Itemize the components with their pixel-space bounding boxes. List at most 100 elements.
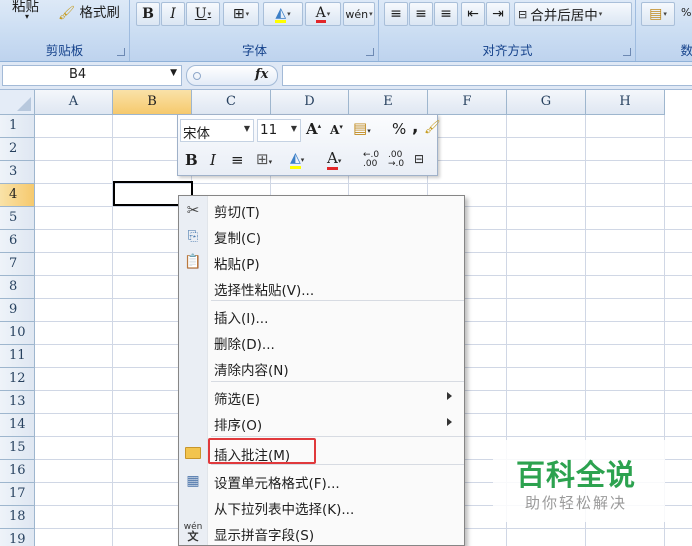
- font-name-box[interactable]: 宋体 ▼: [180, 119, 254, 142]
- alignment-dialog-launcher[interactable]: [623, 48, 631, 56]
- row-header-17[interactable]: 17: [0, 483, 35, 506]
- column-header-g[interactable]: G: [507, 90, 586, 115]
- font-color-button[interactable]: A ▾: [305, 2, 341, 26]
- increase-indent-button[interactable]: ⇥: [486, 2, 510, 26]
- align-left-button[interactable]: ≡: [384, 2, 408, 26]
- clipboard-dialog-launcher[interactable]: [117, 48, 125, 56]
- merge-center-label: 合并后居中: [530, 8, 598, 24]
- menu-item-delete[interactable]: 删除(D)...: [179, 329, 464, 355]
- formula-bar: B4 ▼ fx: [0, 62, 692, 90]
- row-header-14[interactable]: 14: [0, 414, 35, 437]
- fill-color-mini-icon[interactable]: ◭▾: [290, 150, 304, 169]
- row-header-7[interactable]: 7: [0, 253, 35, 276]
- bold-mini-button[interactable]: B: [185, 151, 198, 169]
- fill-color-icon: ◭: [275, 4, 287, 23]
- name-box[interactable]: B4 ▼: [2, 65, 182, 86]
- watermark-title: 百科全说: [516, 458, 637, 492]
- font-name-dropdown-icon[interactable]: ▼: [244, 124, 250, 133]
- menu-item-cut[interactable]: ✂ 剪切(T): [179, 197, 464, 223]
- merge-mini-icon[interactable]: ⊟: [414, 152, 424, 166]
- accounting-format-icon[interactable]: ▤▾: [353, 119, 371, 137]
- column-header-e[interactable]: E: [349, 90, 428, 115]
- percent-style-button[interactable]: %: [392, 120, 406, 138]
- align-right-button[interactable]: ≡: [434, 2, 458, 26]
- borders-button[interactable]: ⊞ ▾: [223, 2, 259, 26]
- row-header-13[interactable]: 13: [0, 391, 35, 414]
- row-header-10[interactable]: 10: [0, 322, 35, 345]
- decrease-decimal-icon[interactable]: .00 →.0: [388, 151, 404, 169]
- mini-toolbar: 宋体 ▼ 11 ▼ A▴ A▾ ▤▾ % , 🖌 B I ≡ ⊞▾ ◭▾ A▾ …: [177, 114, 441, 176]
- column-header-f[interactable]: F: [428, 90, 507, 115]
- format-painter-mini-icon[interactable]: 🖌: [424, 120, 441, 135]
- font-color-mini-icon[interactable]: A▾: [327, 149, 341, 170]
- menu-item-sort[interactable]: 排序(O): [179, 410, 464, 436]
- font-size-dropdown-icon[interactable]: ▼: [291, 124, 297, 133]
- column-header-b[interactable]: B: [113, 90, 192, 115]
- folder-icon: [184, 444, 202, 462]
- phonetic-button[interactable]: wén ▾: [343, 2, 375, 26]
- more-button[interactable]: %: [681, 6, 691, 19]
- formula-bar-handle-icon[interactable]: [193, 72, 201, 80]
- row-header-4[interactable]: 4: [0, 184, 35, 207]
- insert-function-button[interactable]: fx: [255, 67, 268, 82]
- shrink-font-icon[interactable]: A▾: [330, 122, 343, 137]
- number-format-button[interactable]: ▤ ▾: [641, 2, 675, 26]
- menu-item-pick-from-list[interactable]: 从下拉列表中选择(K)...: [179, 494, 464, 520]
- font-group-label: 字体: [241, 43, 267, 58]
- borders-mini-icon[interactable]: ⊞▾: [256, 150, 272, 168]
- format-painter-button[interactable]: 🖌 格式刷: [58, 1, 120, 21]
- row-header-18[interactable]: 18: [0, 506, 35, 529]
- column-header-c[interactable]: C: [192, 90, 271, 115]
- row-header-16[interactable]: 16: [0, 460, 35, 483]
- row-header-12[interactable]: 12: [0, 368, 35, 391]
- submenu-arrow-icon: [447, 392, 452, 400]
- menu-item-format-cells[interactable]: ▦ 设置单元格格式(F)...: [179, 468, 464, 494]
- paste-dropdown-arrow[interactable]: ▾: [25, 12, 29, 21]
- menu-item-label: 插入(I)...: [214, 311, 269, 327]
- menu-item-show-phonetic[interactable]: wén 文显示拼音字段(S): [179, 520, 464, 546]
- fill-color-button[interactable]: ◭ ▾: [263, 2, 303, 26]
- menu-item-clear-contents[interactable]: 清除内容(N): [179, 355, 464, 381]
- row-header-19[interactable]: 19: [0, 529, 35, 546]
- menu-item-label: 筛选(E): [214, 392, 261, 408]
- format-painter-icon: 🖌: [58, 5, 76, 21]
- font-dialog-launcher[interactable]: [366, 48, 374, 56]
- bold-button[interactable]: B: [136, 2, 160, 26]
- name-box-dropdown-icon[interactable]: ▼: [170, 68, 177, 78]
- row-header-8[interactable]: 8: [0, 276, 35, 299]
- increase-decimal-icon[interactable]: ←.0.00: [363, 151, 379, 169]
- menu-item-label: 复制(C): [214, 231, 261, 247]
- menu-item-paste[interactable]: 📋 粘贴(P): [179, 249, 464, 275]
- menu-item-insert[interactable]: 插入(I)...: [179, 303, 464, 329]
- font-size-value: 11: [260, 122, 278, 138]
- row-header-2[interactable]: 2: [0, 138, 35, 161]
- column-header-d[interactable]: D: [271, 90, 349, 115]
- menu-item-copy[interactable]: ⎘ 复制(C): [179, 223, 464, 249]
- italic-button[interactable]: I: [161, 2, 185, 26]
- menu-item-label: 删除(D)...: [214, 337, 275, 353]
- row-header-15[interactable]: 15: [0, 437, 35, 460]
- copy-icon: ⎘: [187, 228, 199, 244]
- menu-item-label: 粘贴(P): [214, 257, 260, 273]
- italic-mini-button[interactable]: I: [210, 151, 216, 169]
- menu-item-filter[interactable]: 筛选(E): [179, 384, 464, 410]
- merge-center-button[interactable]: ⊟ 合并后居中 ▾: [514, 2, 632, 26]
- row-header-5[interactable]: 5: [0, 207, 35, 230]
- row-header-3[interactable]: 3: [0, 161, 35, 184]
- center-mini-icon[interactable]: ≡: [231, 151, 244, 169]
- column-header-h[interactable]: H: [586, 90, 665, 115]
- row-header-6[interactable]: 6: [0, 230, 35, 253]
- row-header-11[interactable]: 11: [0, 345, 35, 368]
- formula-input[interactable]: [282, 65, 692, 86]
- row-header-1[interactable]: 1: [0, 115, 35, 138]
- font-size-box[interactable]: 11 ▼: [257, 119, 301, 142]
- underline-button[interactable]: U ▾: [186, 2, 220, 26]
- select-all-button[interactable]: [0, 90, 35, 115]
- comma-style-button[interactable]: ,: [412, 117, 418, 137]
- decrease-indent-button[interactable]: ⇤: [461, 2, 485, 26]
- grow-font-icon[interactable]: A▴: [306, 120, 321, 138]
- row-header-9[interactable]: 9: [0, 299, 35, 322]
- menu-item-paste-special[interactable]: 选择性粘贴(V)...: [179, 275, 464, 301]
- column-header-a[interactable]: A: [35, 90, 113, 115]
- align-center-button[interactable]: ≡: [409, 2, 433, 26]
